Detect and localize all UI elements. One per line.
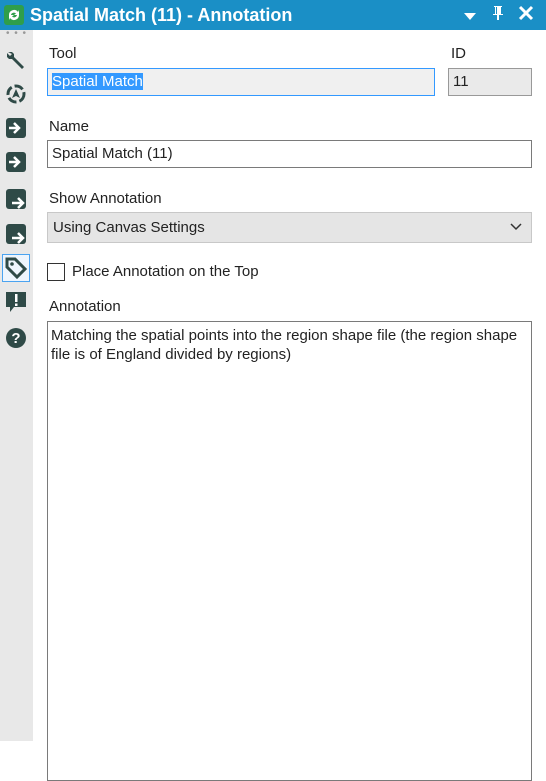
alert-icon[interactable] [2, 288, 30, 316]
show-annotation-label: Show Annotation [49, 190, 162, 207]
place-on-top-label[interactable]: Place Annotation on the Top [72, 263, 259, 280]
input-arrow-icon[interactable] [2, 148, 30, 176]
wrench-icon[interactable] [2, 46, 30, 74]
input-arrow-icon[interactable] [2, 114, 30, 142]
close-icon[interactable] [518, 5, 534, 26]
help-icon[interactable]: ? [2, 324, 30, 352]
chevron-down-icon [509, 220, 523, 238]
id-field: 11 [448, 68, 532, 96]
annotation-panel: Tool Spatial Match ID 11 Name Spatial Ma… [33, 30, 546, 781]
annotation-label: Annotation [49, 298, 121, 315]
app-icon [4, 5, 24, 25]
svg-text:?: ? [11, 330, 20, 347]
name-label: Name [49, 118, 90, 135]
name-field[interactable]: Spatial Match (11) [47, 140, 532, 168]
tool-field[interactable]: Spatial Match [47, 68, 435, 96]
tag-icon[interactable] [2, 254, 30, 282]
title-bar: Spatial Match (11) - Annotation [0, 0, 546, 30]
place-on-top-checkbox[interactable] [47, 263, 65, 281]
tool-value: Spatial Match [52, 73, 143, 90]
output-arrow-icon[interactable] [2, 220, 30, 248]
output-arrow-icon[interactable] [2, 185, 30, 213]
tool-label: Tool [49, 45, 77, 62]
show-annotation-dropdown[interactable]: Using Canvas Settings [47, 212, 532, 243]
show-annotation-value: Using Canvas Settings [53, 219, 205, 236]
navigator-icon[interactable] [2, 80, 30, 108]
dropdown-icon[interactable] [462, 5, 478, 26]
pin-icon[interactable] [490, 5, 506, 26]
grip-dots: • • • [5, 28, 28, 39]
id-label: ID [451, 45, 466, 62]
sidebar: • • • ? [0, 28, 33, 741]
annotation-textarea[interactable]: Matching the spatial points into the reg… [47, 321, 532, 781]
window-title: Spatial Match (11) - Annotation [30, 4, 293, 25]
